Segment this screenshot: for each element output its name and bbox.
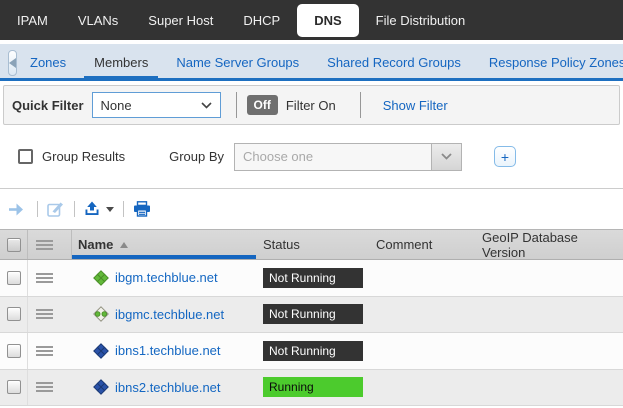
tab-file-distribution[interactable]: File Distribution [361,0,481,40]
subtab-response-policy-zones[interactable]: Response Policy Zones [479,44,623,81]
group-by-placeholder: Choose one [243,149,313,164]
row-checkbox[interactable] [7,307,21,321]
row-menu-cell [28,346,72,356]
row-name-cell: ibns1.techblue.net [72,343,256,359]
chevron-left-icon [9,58,16,68]
row-menu-icon[interactable] [36,273,53,275]
column-name-label: Name [78,237,113,252]
row-status-cell: Not Running [256,341,370,361]
row-name-cell: ibgmc.techblue.net [72,306,256,322]
members-table: Name Status Comment GeoIP Database Versi… [0,229,623,406]
sort-ascending-icon [120,242,128,248]
row-check-cell [0,297,28,333]
row-checkbox[interactable] [7,380,21,394]
show-filter-link[interactable]: Show Filter [383,98,448,113]
row-status-cell: Not Running [256,268,370,288]
sub-nav: Zones Members Name Server Groups Shared … [0,44,623,81]
grid-master-candidate-icon [93,306,109,322]
status-badge: Not Running [263,304,363,324]
row-menu-icon[interactable] [36,382,53,384]
column-header-geoip[interactable]: GeoIP Database Version [476,230,623,259]
group-by-label: Group By [169,149,224,164]
row-status-cell: Not Running [256,304,370,324]
collapse-panel-button[interactable] [8,50,17,76]
group-bar: Group Results Group By Choose one + [0,125,623,188]
tab-dhcp[interactable]: DHCP [228,0,295,40]
filter-on-label: Filter On [286,98,336,113]
tab-ipam[interactable]: IPAM [2,0,63,40]
row-check-cell [0,333,28,369]
table-row: ibgmc.techblue.net Not Running [0,297,623,334]
row-name-cell: ibns2.techblue.net [72,379,256,395]
group-results-checkbox[interactable] [18,149,33,164]
group-results-label: Group Results [42,149,125,164]
subtab-shared-record-groups[interactable]: Shared Record Groups [317,44,471,81]
go-arrow-icon[interactable] [8,203,28,216]
subtab-zones[interactable]: Zones [20,44,76,81]
chevron-down-icon [441,153,452,160]
quick-filter-label: Quick Filter [12,98,84,113]
filter-toggle-button[interactable]: Off [247,95,278,115]
member-name-link[interactable]: ibns1.techblue.net [115,343,221,358]
chevron-down-icon [201,102,212,109]
table-row: ibgm.techblue.net Not Running [0,260,623,297]
grid-member-icon [93,343,109,359]
row-check-cell [0,260,28,296]
quick-filter-value: None [101,98,132,113]
tab-vlans[interactable]: VLANs [63,0,133,40]
export-icon[interactable] [84,201,100,217]
row-checkbox[interactable] [7,271,21,285]
grid-master-icon [93,270,109,286]
status-badge: Running [263,377,363,397]
row-status-cell: Running [256,377,370,397]
column-header-status[interactable]: Status [256,230,370,259]
tab-super-host[interactable]: Super Host [133,0,228,40]
group-by-dropdown-disabled[interactable]: Choose one [234,143,462,171]
top-nav: IPAM VLANs Super Host DHCP DNS File Dist… [0,0,623,40]
header-menu-cell [28,230,72,259]
table-row: ibns2.techblue.net Running [0,370,623,407]
quick-filter-panel: Quick Filter None Off Filter On Show Fil… [3,85,620,125]
grid-member-icon [93,379,109,395]
subtab-name-server-groups[interactable]: Name Server Groups [166,44,309,81]
dns-members-page: IPAM VLANs Super Host DHCP DNS File Dist… [0,0,623,408]
dropdown-chevron-button[interactable] [431,144,461,170]
sorted-column-indicator [72,255,256,259]
divider [74,201,75,217]
row-menu-cell [28,309,72,319]
export-dropdown-caret-icon[interactable] [106,207,114,212]
divider [236,92,237,118]
add-group-button[interactable]: + [494,146,516,167]
subtab-members-active[interactable]: Members [84,44,158,81]
member-name-link[interactable]: ibns2.techblue.net [115,380,221,395]
table-toolbar [0,189,623,229]
status-badge: Not Running [263,341,363,361]
divider [123,201,124,217]
status-badge: Not Running [263,268,363,288]
member-name-link[interactable]: ibgm.techblue.net [115,270,218,285]
select-all-cell [0,230,28,259]
table-header-row: Name Status Comment GeoIP Database Versi… [0,230,623,260]
tab-dns-active[interactable]: DNS [297,4,358,37]
edit-icon[interactable] [47,201,65,217]
menu-icon[interactable] [36,240,53,242]
row-menu-icon[interactable] [36,346,53,348]
row-menu-cell [28,382,72,392]
row-menu-icon[interactable] [36,309,53,311]
member-name-link[interactable]: ibgmc.techblue.net [115,307,224,322]
divider [360,92,361,118]
select-all-checkbox[interactable] [7,238,21,252]
row-menu-cell [28,273,72,283]
row-checkbox[interactable] [7,344,21,358]
column-header-comment[interactable]: Comment [370,230,476,259]
row-check-cell [0,370,28,406]
divider [37,201,38,217]
row-name-cell: ibgm.techblue.net [72,270,256,286]
quick-filter-dropdown[interactable]: None [92,92,221,118]
table-row: ibns1.techblue.net Not Running [0,333,623,370]
print-icon[interactable] [133,201,151,217]
